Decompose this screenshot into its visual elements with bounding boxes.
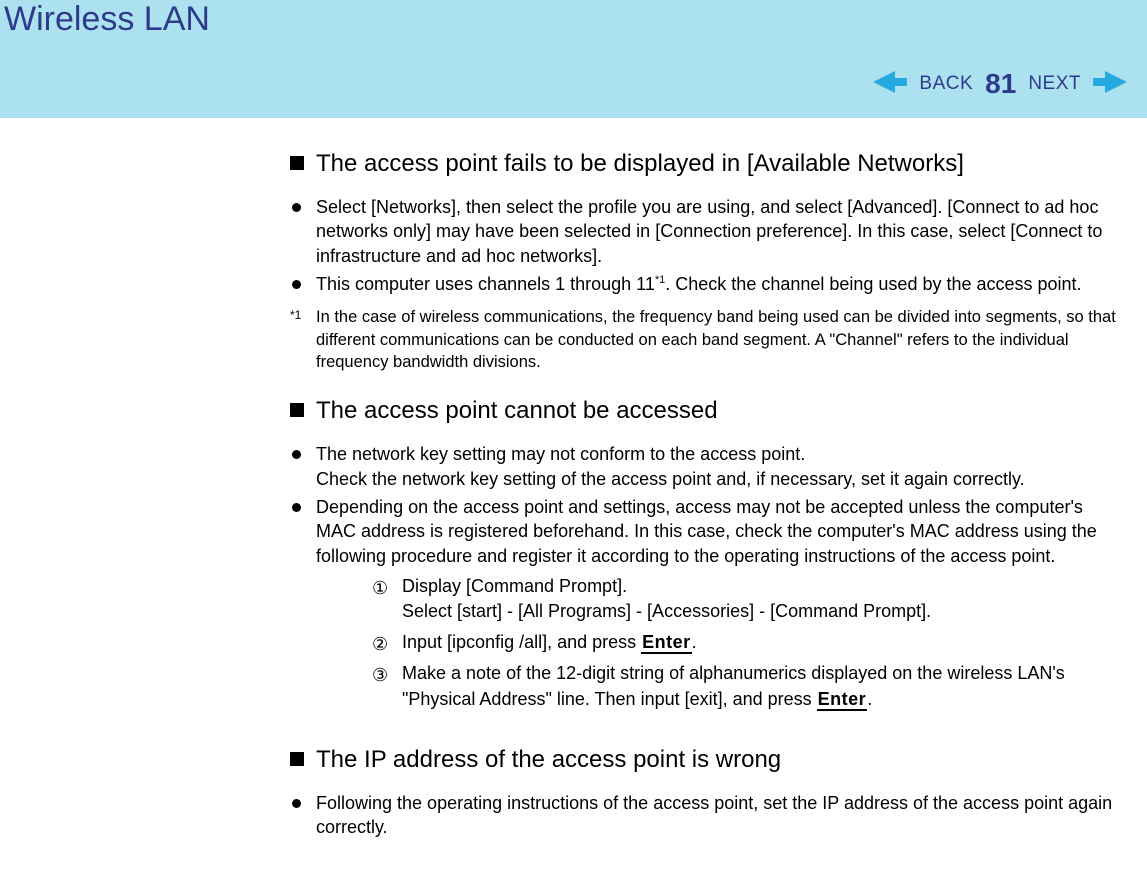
page-title: Wireless LAN [4,0,210,39]
section-heading-2: The access point cannot be accessed [290,395,1119,426]
step-item: ② Input [ipconfig /all], and press Enter… [372,630,1119,655]
back-button[interactable]: BACK [919,73,973,95]
section-heading-1-text: The access point fails to be displayed i… [316,148,964,179]
square-bullet-icon [290,156,304,170]
list-item: Select [Networks], then select the profi… [290,195,1119,268]
square-bullet-icon [290,752,304,766]
list-item-line2: Check the network key setting of the acc… [316,469,1025,489]
list-item-text-post: . Check the channel being used by the ac… [665,274,1081,294]
page-header: Wireless LAN BACK 81 NEXT [0,0,1147,118]
list-item-text: Following the operating instructions of … [316,793,1112,837]
next-button[interactable]: NEXT [1028,73,1081,95]
list-item-text-pre: This computer uses channels 1 through 11 [316,274,655,294]
enter-key: Enter [817,689,868,711]
step-text-post: . [692,632,697,652]
circled-number-icon: ③ [372,663,388,688]
section-heading-1: The access point fails to be displayed i… [290,148,1119,179]
circled-number-icon: ① [372,576,388,601]
step-text-pre: Make a note of the 12-digit string of al… [402,663,1065,708]
section-3-list: Following the operating instructions of … [290,791,1119,840]
superscript-ref: *1 [655,274,665,286]
list-item: Depending on the access point and settin… [290,495,1119,712]
circled-number-icon: ② [372,632,388,657]
footnote: *1 In the case of wireless communication… [290,306,1119,373]
enter-key: Enter [641,632,692,654]
section-2-list: The network key setting may not conform … [290,442,1119,711]
arrow-left-icon[interactable] [873,71,907,98]
list-item-line1: The network key setting may not conform … [316,444,805,464]
footnote-text: In the case of wireless communications, … [316,306,1119,373]
list-item: This computer uses channels 1 through 11… [290,272,1119,296]
step-item: ③ Make a note of the 12-digit string of … [372,661,1119,711]
step-text-pre: Input [ipconfig /all], and press [402,632,641,652]
section-1-list: Select [Networks], then select the profi… [290,195,1119,296]
list-item-text: Select [Networks], then select the profi… [316,197,1102,266]
step-line2: Select [start] - [All Programs] - [Acces… [402,601,931,621]
section-heading-2-text: The access point cannot be accessed [316,395,718,426]
footnote-marker: *1 [290,306,316,323]
list-item: The network key setting may not conform … [290,442,1119,491]
step-text-post: . [867,689,872,709]
list-item: Following the operating instructions of … [290,791,1119,840]
square-bullet-icon [290,403,304,417]
page-number: 81 [985,68,1016,100]
page-nav: BACK 81 NEXT [873,68,1127,100]
section-heading-3: The IP address of the access point is wr… [290,744,1119,775]
steps-list: ① Display [Command Prompt]. Select [star… [316,574,1119,712]
step-line1: Display [Command Prompt]. [402,576,627,596]
list-item-text: Depending on the access point and settin… [316,497,1097,566]
section-heading-3-text: The IP address of the access point is wr… [316,744,781,775]
content-area: The access point fails to be displayed i… [0,118,1147,840]
arrow-right-icon[interactable] [1093,71,1127,98]
step-item: ① Display [Command Prompt]. Select [star… [372,574,1119,624]
